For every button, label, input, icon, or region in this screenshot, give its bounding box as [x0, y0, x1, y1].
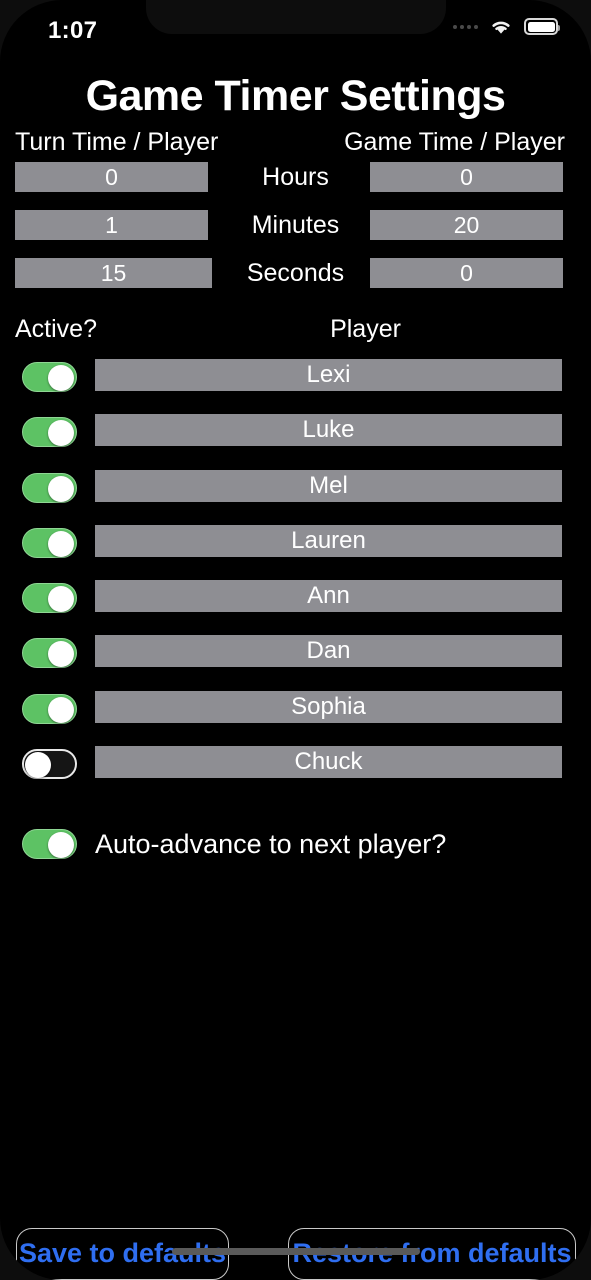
player-active-toggle-lexi[interactable] — [22, 362, 77, 392]
signal-dots-icon — [453, 24, 478, 29]
player-row: Lauren — [0, 523, 591, 578]
game-time-column-label: Game Time / Player — [344, 128, 565, 156]
time-column-headers: Turn Time / Player Game Time / Player — [0, 130, 591, 162]
time-row-hours: 0 Hours 0 — [0, 162, 591, 210]
settings-content: Game Timer Settings Turn Time / Player G… — [0, 56, 591, 881]
player-name-input-chuck[interactable]: Chuck — [95, 746, 562, 779]
player-active-toggle-mel[interactable] — [22, 472, 77, 503]
auto-advance-label: Auto-advance to next player? — [95, 829, 447, 860]
toggle-knob — [48, 530, 74, 557]
game-minutes-input[interactable]: 20 — [370, 210, 563, 240]
player-row: Dan — [0, 633, 591, 688]
toggle-knob — [48, 641, 74, 668]
toggle-knob — [48, 586, 74, 613]
player-name-input-mel[interactable]: Mel — [95, 469, 562, 502]
player-row: Sophia — [0, 689, 591, 744]
status-bar-clock: 1:07 — [48, 17, 98, 44]
player-row: Chuck — [0, 744, 591, 799]
auto-advance-row: Auto-advance to next player? — [0, 821, 591, 881]
player-name-input-luke[interactable]: Luke — [95, 414, 562, 447]
player-name-input-ann[interactable]: Ann — [95, 580, 562, 613]
wifi-icon — [489, 18, 513, 35]
player-active-toggle-ann[interactable] — [22, 583, 77, 614]
game-seconds-input[interactable]: 0 — [370, 258, 563, 288]
battery-full-icon — [524, 18, 560, 35]
turn-time-column-label: Turn Time / Player — [15, 128, 219, 156]
player-active-toggle-chuck[interactable] — [22, 749, 77, 780]
phone-screen: 1:07 Game Timer Settings Turn Time / Pla… — [0, 0, 591, 1280]
player-list-headers: Active? Player — [0, 315, 591, 357]
toggle-knob — [48, 475, 74, 502]
status-bar-indicators — [453, 18, 560, 35]
toggle-knob — [48, 365, 74, 391]
home-indicator[interactable] — [171, 1248, 420, 1255]
auto-advance-toggle[interactable] — [22, 829, 77, 860]
time-row-minutes: 1 Minutes 20 — [0, 210, 591, 258]
player-active-toggle-luke[interactable] — [22, 417, 77, 448]
player-name-input-lauren[interactable]: Lauren — [95, 524, 562, 557]
player-row: Mel — [0, 468, 591, 523]
player-name-input-dan[interactable]: Dan — [95, 635, 562, 668]
player-column-label: Player — [330, 315, 401, 343]
player-name-input-lexi[interactable]: Lexi — [95, 359, 562, 391]
time-row-seconds: 15 Seconds 0 — [0, 258, 591, 306]
turn-seconds-input[interactable]: 15 — [15, 258, 212, 288]
turn-hours-input[interactable]: 0 — [15, 162, 208, 192]
game-hours-input[interactable]: 0 — [370, 162, 563, 192]
player-active-toggle-lauren[interactable] — [22, 527, 77, 558]
toggle-knob — [48, 420, 74, 447]
player-active-toggle-sophia[interactable] — [22, 693, 77, 724]
player-row: Ann — [0, 578, 591, 633]
toggle-knob — [25, 752, 51, 779]
turn-minutes-input[interactable]: 1 — [15, 210, 208, 240]
player-row: Lexi — [0, 357, 591, 412]
player-active-toggle-dan[interactable] — [22, 638, 77, 669]
toggle-knob — [48, 832, 74, 859]
device-frame: 1:07 Game Timer Settings Turn Time / Pla… — [0, 0, 591, 1280]
page-title: Game Timer Settings — [85, 72, 506, 120]
device-notch — [145, 0, 446, 34]
player-name-input-sophia[interactable]: Sophia — [95, 690, 562, 723]
toggle-knob — [48, 696, 74, 723]
player-row: Luke — [0, 412, 591, 467]
